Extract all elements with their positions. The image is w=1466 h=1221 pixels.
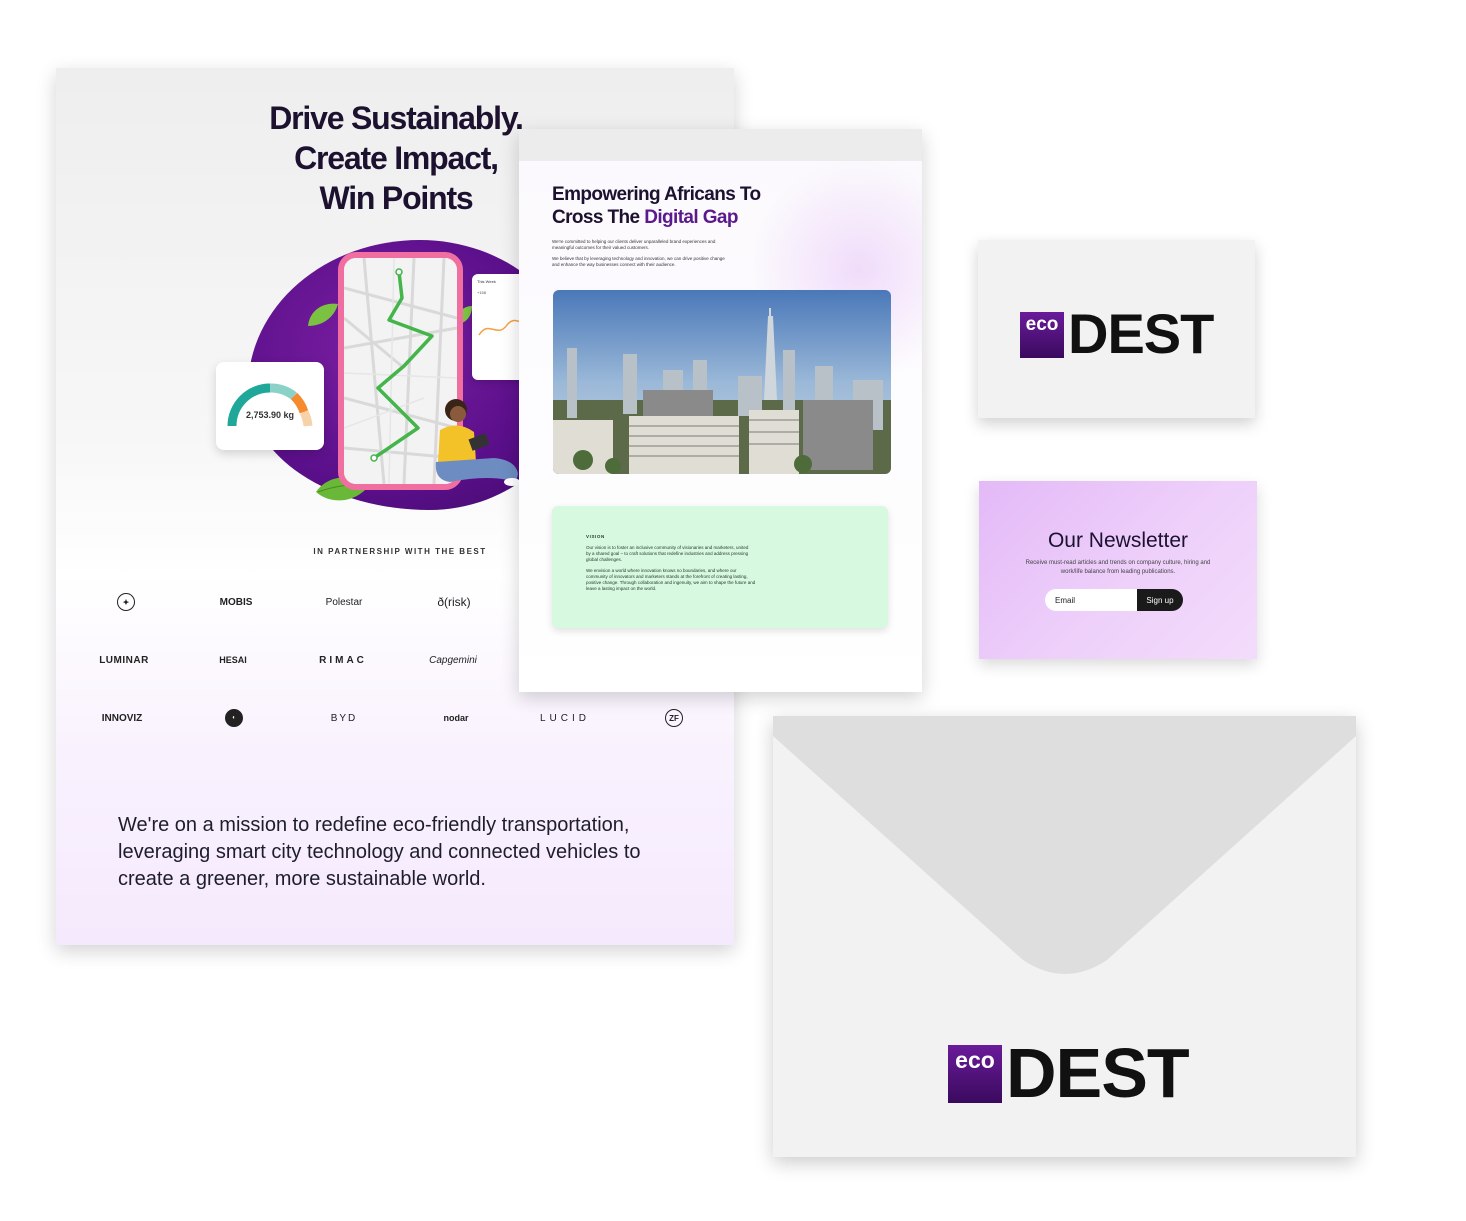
dest-logo-text: DEST	[1068, 302, 1214, 365]
luminar-logo: LUMINAR	[99, 654, 149, 666]
web-intro-paragraph: We're committed to helping our clients d…	[552, 239, 716, 250]
capgemini-logo: Capgemini	[429, 654, 477, 666]
mission-statement: We're on a mission to redefine eco-frien…	[118, 814, 641, 890]
ecodest-logo: eco DEST	[1020, 306, 1214, 362]
newsletter-title: Our Newsletter	[1047, 529, 1189, 552]
woman-with-laptop-illustration	[435, 399, 520, 486]
zf-logo: ZF	[662, 708, 686, 728]
gauge-value: 2,753.90 kg	[245, 410, 295, 420]
vision-card: VISION Our vision is to foster an inclus…	[552, 506, 888, 628]
eco-logo-mark: eco	[948, 1045, 1002, 1103]
newsletter-signup-button[interactable]: Sign up	[1137, 589, 1183, 611]
newsletter-subtitle: Receive must-read articles and trends on…	[1025, 560, 1211, 575]
city-skyline-image	[553, 290, 891, 474]
drisk-logo: ð(risk)	[437, 595, 471, 609]
lucid-logo: LUCID	[539, 712, 590, 724]
zf-logo-text: ZF	[665, 709, 683, 727]
web-intro-text: We're committed to helping our clients d…	[552, 239, 727, 273]
newsletter-card: Our Newsletter Receive must-read article…	[979, 481, 1257, 659]
web-title-part-1: Empowering Africans To	[552, 184, 761, 205]
gauge-icon	[227, 383, 313, 427]
hesai-logo: HESAI	[219, 655, 247, 665]
mercedes-logo: ✦	[114, 592, 138, 612]
business-card: eco DEST	[978, 240, 1255, 418]
newsletter-email-input[interactable]	[1045, 589, 1137, 611]
vision-paragraph: Our vision is to foster an inclusive com…	[586, 545, 749, 562]
mobis-logo: MOBIS	[219, 596, 253, 608]
website-page: Empowering Africans To Cross The Digital…	[519, 129, 922, 692]
web-intro-paragraph: We believe that by leveraging technology…	[552, 256, 725, 267]
web-title-part-2: Cross The	[552, 207, 640, 228]
leaf-icon	[308, 303, 338, 326]
nodar-logo: nodar	[443, 713, 469, 723]
vision-label: VISION	[586, 534, 605, 539]
co2-gauge-card: 2,753.90 kg	[216, 362, 324, 450]
bmw-logo: ◐	[222, 708, 246, 728]
dest-logo-text: DEST	[1006, 1034, 1190, 1112]
vision-paragraph: We envision a world where innovation kno…	[586, 568, 756, 591]
byd-logo: BYD	[330, 712, 358, 724]
eco-logo-mark: eco	[1020, 312, 1064, 358]
rimac-logo: RIMAC	[319, 654, 367, 666]
web-hero-title: Empowering Africans To Cross The Digital…	[552, 183, 812, 229]
polestar-logo: Polestar	[325, 596, 363, 608]
branded-envelope: eco DEST	[773, 716, 1356, 1157]
ecodest-logo: eco DEST	[948, 1038, 1190, 1108]
innoviz-logo: INNOVIZ	[101, 712, 143, 724]
web-title-accent: Digital Gap	[644, 207, 738, 228]
